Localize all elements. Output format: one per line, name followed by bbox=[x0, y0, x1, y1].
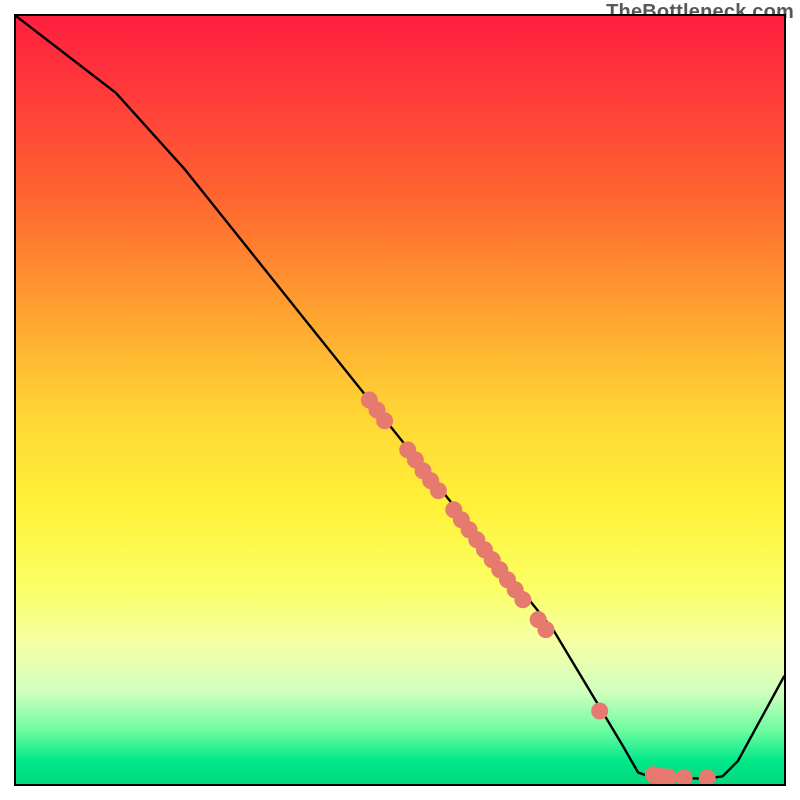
scatter-dot bbox=[676, 770, 692, 784]
scatter-dot bbox=[699, 770, 715, 784]
chart-svg bbox=[16, 16, 784, 784]
chart-stage: TheBottleneck.com bbox=[0, 0, 800, 800]
scatter-dot bbox=[377, 413, 393, 429]
scatter-dot bbox=[661, 769, 677, 784]
scatter-dot bbox=[592, 703, 608, 719]
bottleneck-curve bbox=[16, 16, 784, 779]
scatter-dot bbox=[430, 483, 446, 499]
scatter-dots bbox=[361, 392, 715, 784]
scatter-dot bbox=[538, 622, 554, 638]
plot-area bbox=[14, 14, 786, 786]
scatter-dot bbox=[515, 592, 531, 608]
